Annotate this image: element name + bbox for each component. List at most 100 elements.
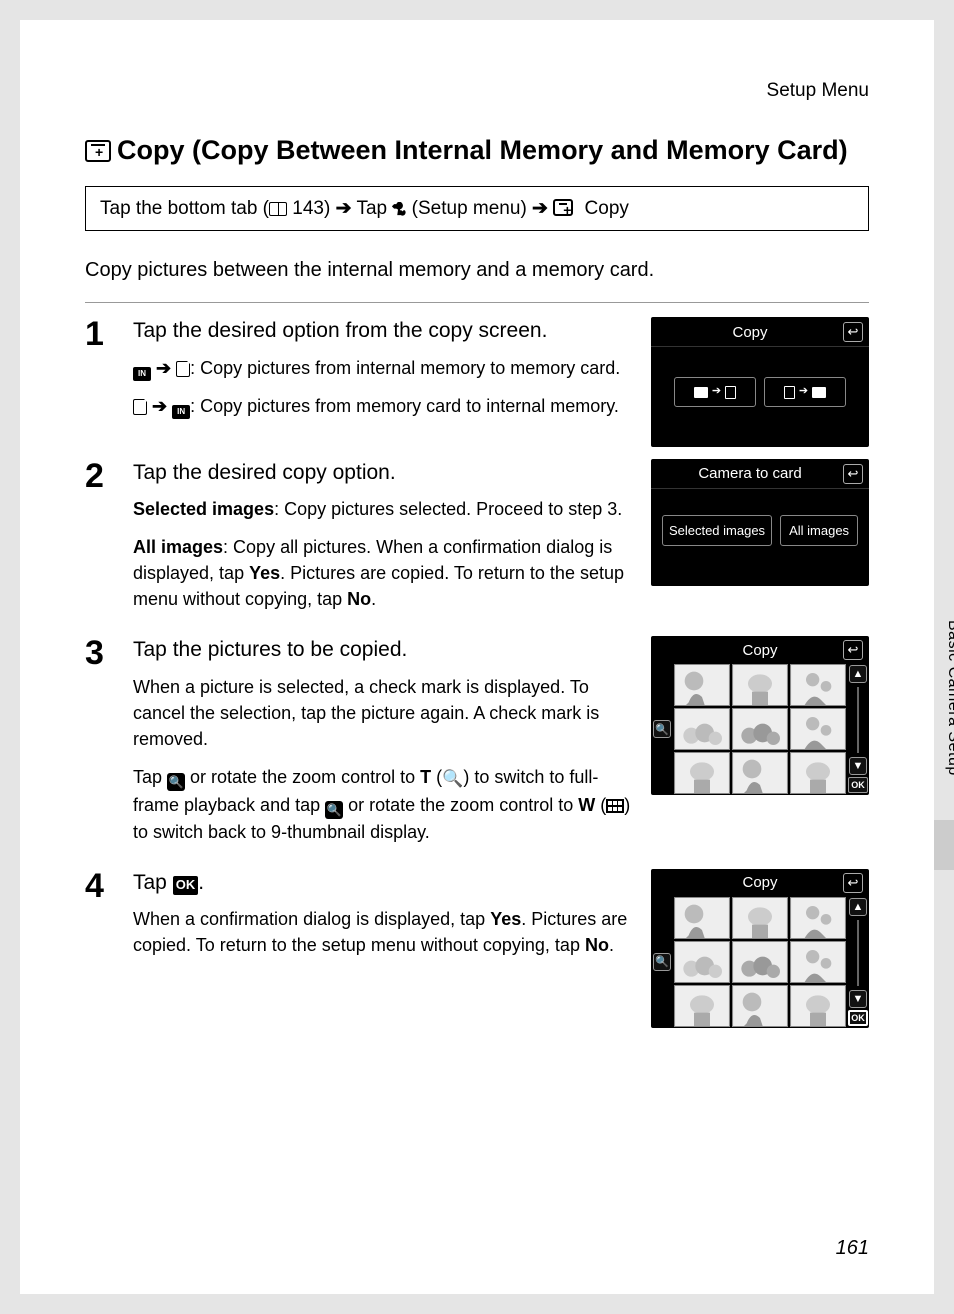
book-icon xyxy=(269,202,287,216)
step-3: 3 Tap the pictures to be copied. When a … xyxy=(85,636,869,856)
memory-card-icon xyxy=(133,399,147,415)
breadcrumb-text: Tap xyxy=(356,198,392,219)
copy-icon xyxy=(85,140,111,162)
step-para: ➔ IN: Copy pictures from memory card to … xyxy=(133,393,631,419)
mem-to-card-button[interactable]: ➔ xyxy=(674,377,756,406)
arrow-icon: ➔ xyxy=(156,358,171,378)
step-text: Tap xyxy=(133,767,167,787)
thumbnail-grid xyxy=(673,663,847,795)
scroll-up-button[interactable]: ▲ xyxy=(849,898,867,916)
thumbnail[interactable] xyxy=(674,985,730,1027)
label-w: W xyxy=(578,795,595,815)
arrow-icon: ➔ xyxy=(532,198,548,219)
thumbnail[interactable] xyxy=(732,708,788,750)
thumbnail[interactable] xyxy=(790,897,846,939)
camera-screen-copy: Copy ↩ ➔ ➔ xyxy=(651,317,869,446)
camera-screen-thumbnails-confirm: Copy ↩ 🔍 xyxy=(651,869,869,1028)
step-para: When a picture is selected, a check mark… xyxy=(133,674,631,752)
scroll-down-button[interactable]: ▼ xyxy=(849,757,867,775)
zoom-in-button[interactable]: 🔍 xyxy=(653,720,671,738)
step-4: 4 Tap OK. When a confirmation dialog is … xyxy=(85,869,869,1028)
step-text: . xyxy=(198,871,204,894)
step-text: . xyxy=(609,935,614,955)
thumbnail[interactable] xyxy=(674,897,730,939)
back-button[interactable]: ↩ xyxy=(843,873,863,893)
thumbnail[interactable] xyxy=(790,752,846,794)
step-1: 1 Tap the desired option from the copy s… xyxy=(85,317,869,446)
breadcrumb-text: Tap the bottom tab ( xyxy=(100,198,269,219)
step-para: Tap 🔍 or rotate the zoom control to T (🔍… xyxy=(133,764,631,845)
thumbnail[interactable] xyxy=(732,941,788,983)
step-text: or rotate the zoom control to xyxy=(343,795,578,815)
screen-title: Copy xyxy=(677,874,843,891)
page-number: 161 xyxy=(836,1237,869,1260)
breadcrumb-text: Copy xyxy=(579,198,629,219)
card-to-mem-button[interactable]: ➔ xyxy=(764,377,846,406)
step-text: : Copy pictures from internal memory to … xyxy=(190,358,620,378)
camera-screen-thumbnails: Copy ↩ 🔍 xyxy=(651,636,869,795)
step-title: Tap the desired copy option. xyxy=(133,459,631,486)
label-yes: Yes xyxy=(249,563,280,583)
thumbnail[interactable] xyxy=(790,664,846,706)
selected-images-button[interactable]: Selected images xyxy=(662,515,772,547)
screen-title: Copy xyxy=(657,324,843,341)
step-para: IN ➔ : Copy pictures from internal memor… xyxy=(133,355,631,381)
side-marker xyxy=(934,820,954,870)
arrow-icon: ➔ xyxy=(336,198,352,219)
scrollbar[interactable] xyxy=(857,687,859,753)
step-text: ( xyxy=(595,795,606,815)
thumbnail[interactable] xyxy=(790,985,846,1027)
divider xyxy=(85,302,869,303)
thumbnail[interactable] xyxy=(732,752,788,794)
thumbnail[interactable] xyxy=(674,664,730,706)
back-button[interactable]: ↩ xyxy=(843,640,863,660)
internal-memory-icon: IN xyxy=(172,405,190,419)
back-button[interactable]: ↩ xyxy=(843,322,863,342)
thumbnail[interactable] xyxy=(674,752,730,794)
camera-screen-camera-to-card: Camera to card ↩ Selected images All ima… xyxy=(651,459,869,587)
step-para: Selected images: Copy pictures selected.… xyxy=(133,496,631,522)
zoom-in-icon: 🔍 xyxy=(167,773,185,791)
wrench-icon xyxy=(392,202,406,216)
step-text: : Copy pictures from memory card to inte… xyxy=(190,396,619,416)
thumbnail-grid xyxy=(673,896,847,1028)
step-para: When a confirmation dialog is displayed,… xyxy=(133,906,631,958)
scroll-down-button[interactable]: ▼ xyxy=(849,990,867,1008)
ok-button[interactable]: OK xyxy=(848,777,868,793)
thumbnail[interactable] xyxy=(674,941,730,983)
label-no: No xyxy=(585,935,609,955)
step-number: 4 xyxy=(85,869,113,1028)
zoom-in-button[interactable]: 🔍 xyxy=(653,953,671,971)
label-no: No xyxy=(347,589,371,609)
ok-icon: OK xyxy=(173,876,199,895)
label-yes: Yes xyxy=(490,909,521,929)
thumbnail[interactable] xyxy=(732,897,788,939)
step-number: 3 xyxy=(85,636,113,856)
step-number: 2 xyxy=(85,459,113,625)
breadcrumb: Tap the bottom tab ( 143) ➔ Tap (Setup m… xyxy=(85,186,869,231)
copy-icon xyxy=(553,199,573,216)
screen-title: Copy xyxy=(677,642,843,659)
thumbnail[interactable] xyxy=(790,941,846,983)
arrow-icon: ➔ xyxy=(152,396,167,416)
label-all-images: All images xyxy=(133,537,223,557)
scroll-up-button[interactable]: ▲ xyxy=(849,665,867,683)
scrollbar[interactable] xyxy=(857,920,859,986)
step-text: When a confirmation dialog is displayed,… xyxy=(133,909,490,929)
label-t: T xyxy=(420,767,431,787)
step-title: Tap the desired option from the copy scr… xyxy=(133,317,631,344)
side-tab: Basic Camera Setup xyxy=(944,620,954,776)
thumbnail[interactable] xyxy=(674,708,730,750)
back-button[interactable]: ↩ xyxy=(843,464,863,484)
header-setup-menu: Setup Menu xyxy=(85,80,869,102)
thumbnail[interactable] xyxy=(732,985,788,1027)
ok-button[interactable]: OK xyxy=(848,1010,868,1026)
all-images-button[interactable]: All images xyxy=(780,515,858,547)
step-title: Tap the pictures to be copied. xyxy=(133,636,631,663)
step-number: 1 xyxy=(85,317,113,446)
memory-card-icon xyxy=(176,361,190,377)
breadcrumb-text: ) xyxy=(324,198,336,219)
step-text: : Copy pictures selected. Proceed to ste… xyxy=(274,499,622,519)
thumbnail[interactable] xyxy=(790,708,846,750)
thumbnail[interactable] xyxy=(732,664,788,706)
